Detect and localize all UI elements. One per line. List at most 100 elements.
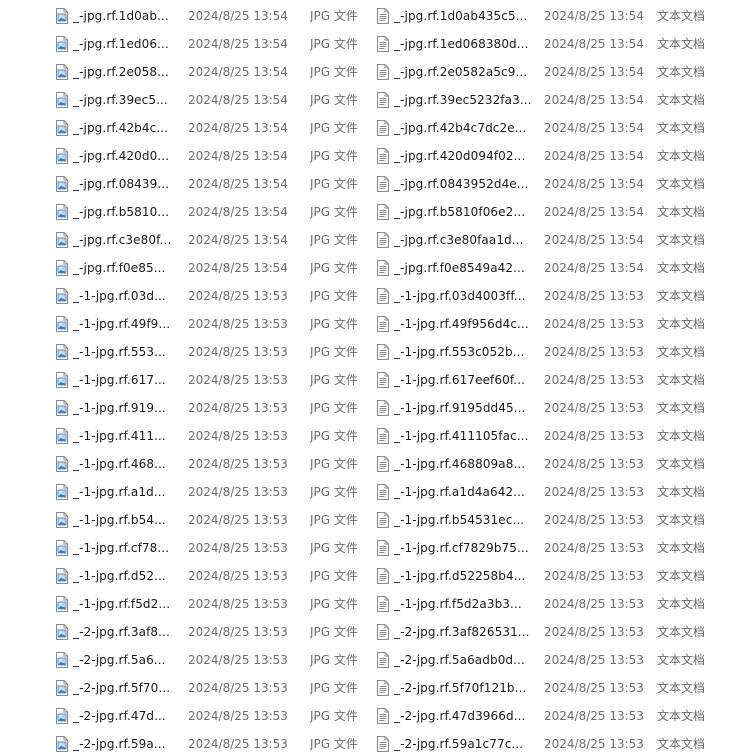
- text-file-name[interactable]: _-1-jpg.rf.03d4003ff...: [394, 286, 534, 306]
- text-file-name[interactable]: _-jpg.rf.1ed068380d...: [394, 34, 534, 54]
- text-file-name[interactable]: _-2-jpg.rf.5a6adb0d...: [394, 650, 534, 670]
- image-file-name[interactable]: _-1-jpg.rf.553...: [73, 342, 177, 362]
- image-file-name[interactable]: _-jpg.rf.1ed06...: [73, 34, 177, 54]
- image-file-name[interactable]: _-jpg.rf.b5810...: [73, 202, 177, 222]
- text-file-name[interactable]: _-1-jpg.rf.a1d4a642...: [394, 482, 534, 502]
- image-file-name[interactable]: _-1-jpg.rf.03d...: [73, 286, 177, 306]
- text-file-name[interactable]: _-jpg.rf.2e0582a5c9...: [394, 62, 534, 82]
- text-document-icon[interactable]: [374, 483, 392, 501]
- image-file-name[interactable]: _-2-jpg.rf.5f70...: [73, 678, 177, 698]
- text-document-icon[interactable]: [374, 455, 392, 473]
- image-file-icon[interactable]: [53, 35, 71, 53]
- image-file-icon[interactable]: [53, 427, 71, 445]
- text-file-name[interactable]: _-jpg.rf.42b4c7dc2e...: [394, 118, 534, 138]
- image-file-icon[interactable]: [53, 91, 71, 109]
- text-file-name[interactable]: _-1-jpg.rf.468809a8...: [394, 454, 534, 474]
- text-file-name[interactable]: _-1-jpg.rf.f5d2a3b3...: [394, 594, 534, 614]
- text-document-icon[interactable]: [374, 371, 392, 389]
- image-file-name[interactable]: _-jpg.rf.f0e85...: [73, 258, 177, 278]
- image-file-name[interactable]: _-1-jpg.rf.617...: [73, 370, 177, 390]
- image-file-icon[interactable]: [53, 483, 71, 501]
- image-file-icon[interactable]: [53, 511, 71, 529]
- image-file-name[interactable]: _-2-jpg.rf.3af8...: [73, 622, 177, 642]
- image-file-name[interactable]: _-1-jpg.rf.468...: [73, 454, 177, 474]
- image-file-name[interactable]: _-2-jpg.rf.47d...: [73, 706, 177, 726]
- image-file-icon[interactable]: [53, 455, 71, 473]
- text-document-icon[interactable]: [374, 175, 392, 193]
- text-document-icon[interactable]: [374, 119, 392, 137]
- image-file-icon[interactable]: [53, 287, 71, 305]
- text-document-icon[interactable]: [374, 539, 392, 557]
- image-file-icon[interactable]: [53, 651, 71, 669]
- image-file-icon[interactable]: [53, 175, 71, 193]
- image-file-name[interactable]: _-2-jpg.rf.5a6...: [73, 650, 177, 670]
- text-document-icon[interactable]: [374, 623, 392, 641]
- text-document-icon[interactable]: [374, 91, 392, 109]
- image-file-name[interactable]: _-1-jpg.rf.cf78...: [73, 538, 177, 558]
- text-document-icon[interactable]: [374, 287, 392, 305]
- text-file-name[interactable]: _-jpg.rf.420d094f02...: [394, 146, 534, 166]
- text-document-icon[interactable]: [374, 343, 392, 361]
- image-file-name[interactable]: _-jpg.rf.08439...: [73, 174, 177, 194]
- image-file-name[interactable]: _-1-jpg.rf.d52...: [73, 566, 177, 586]
- image-file-name[interactable]: _-1-jpg.rf.f5d2...: [73, 594, 177, 614]
- image-file-name[interactable]: _-1-jpg.rf.b54...: [73, 510, 177, 530]
- text-document-icon[interactable]: [374, 651, 392, 669]
- text-file-name[interactable]: _-1-jpg.rf.b54531ec...: [394, 510, 534, 530]
- text-document-icon[interactable]: [374, 259, 392, 277]
- image-file-icon[interactable]: [53, 679, 71, 697]
- image-file-icon[interactable]: [53, 343, 71, 361]
- image-file-name[interactable]: _-1-jpg.rf.919...: [73, 398, 177, 418]
- text-file-name[interactable]: _-1-jpg.rf.cf7829b75...: [394, 538, 534, 558]
- image-file-name[interactable]: _-2-jpg.rf.59a...: [73, 734, 177, 754]
- text-file-name[interactable]: _-jpg.rf.c3e80faa1d...: [394, 230, 534, 250]
- image-file-name[interactable]: _-1-jpg.rf.a1d...: [73, 482, 177, 502]
- image-file-icon[interactable]: [53, 231, 71, 249]
- text-file-name[interactable]: _-jpg.rf.0843952d4e...: [394, 174, 534, 194]
- text-document-icon[interactable]: [374, 147, 392, 165]
- image-file-icon[interactable]: [53, 315, 71, 333]
- image-file-icon[interactable]: [53, 567, 71, 585]
- text-file-name[interactable]: _-1-jpg.rf.553c052b...: [394, 342, 534, 362]
- image-file-icon[interactable]: [53, 399, 71, 417]
- text-document-icon[interactable]: [374, 63, 392, 81]
- text-document-icon[interactable]: [374, 735, 392, 753]
- text-document-icon[interactable]: [374, 315, 392, 333]
- text-document-icon[interactable]: [374, 511, 392, 529]
- image-file-icon[interactable]: [53, 63, 71, 81]
- image-file-icon[interactable]: [53, 147, 71, 165]
- image-file-icon[interactable]: [53, 203, 71, 221]
- text-document-icon[interactable]: [374, 231, 392, 249]
- text-file-name[interactable]: _-1-jpg.rf.d52258b4...: [394, 566, 534, 586]
- text-document-icon[interactable]: [374, 679, 392, 697]
- image-file-icon[interactable]: [53, 371, 71, 389]
- image-file-icon[interactable]: [53, 595, 71, 613]
- text-file-name[interactable]: _-2-jpg.rf.47d3966d...: [394, 706, 534, 726]
- text-file-name[interactable]: _-jpg.rf.f0e8549a42...: [394, 258, 534, 278]
- text-document-icon[interactable]: [374, 427, 392, 445]
- image-file-name[interactable]: _-jpg.rf.420d0...: [73, 146, 177, 166]
- text-file-name[interactable]: _-2-jpg.rf.59a1c77c...: [394, 734, 534, 754]
- image-file-name[interactable]: _-jpg.rf.1d0ab...: [73, 6, 177, 26]
- text-document-icon[interactable]: [374, 707, 392, 725]
- text-file-name[interactable]: _-2-jpg.rf.5f70f121b...: [394, 678, 534, 698]
- text-document-icon[interactable]: [374, 35, 392, 53]
- text-document-icon[interactable]: [374, 567, 392, 585]
- image-file-icon[interactable]: [53, 735, 71, 753]
- image-file-icon[interactable]: [53, 539, 71, 557]
- text-document-icon[interactable]: [374, 399, 392, 417]
- text-file-name[interactable]: _-1-jpg.rf.411105fac...: [394, 426, 534, 446]
- image-file-name[interactable]: _-1-jpg.rf.49f9...: [73, 314, 177, 334]
- image-file-name[interactable]: _-1-jpg.rf.411...: [73, 426, 177, 446]
- text-file-name[interactable]: _-jpg.rf.1d0ab435c5...: [394, 6, 534, 26]
- image-file-icon[interactable]: [53, 259, 71, 277]
- image-file-icon[interactable]: [53, 707, 71, 725]
- image-file-icon[interactable]: [53, 7, 71, 25]
- text-document-icon[interactable]: [374, 203, 392, 221]
- image-file-icon[interactable]: [53, 119, 71, 137]
- text-document-icon[interactable]: [374, 7, 392, 25]
- text-file-name[interactable]: _-jpg.rf.b5810f06e2...: [394, 202, 534, 222]
- text-file-name[interactable]: _-1-jpg.rf.49f956d4c...: [394, 314, 534, 334]
- text-file-name[interactable]: _-jpg.rf.39ec5232fa3...: [394, 90, 534, 110]
- image-file-name[interactable]: _-jpg.rf.c3e80f...: [73, 230, 177, 250]
